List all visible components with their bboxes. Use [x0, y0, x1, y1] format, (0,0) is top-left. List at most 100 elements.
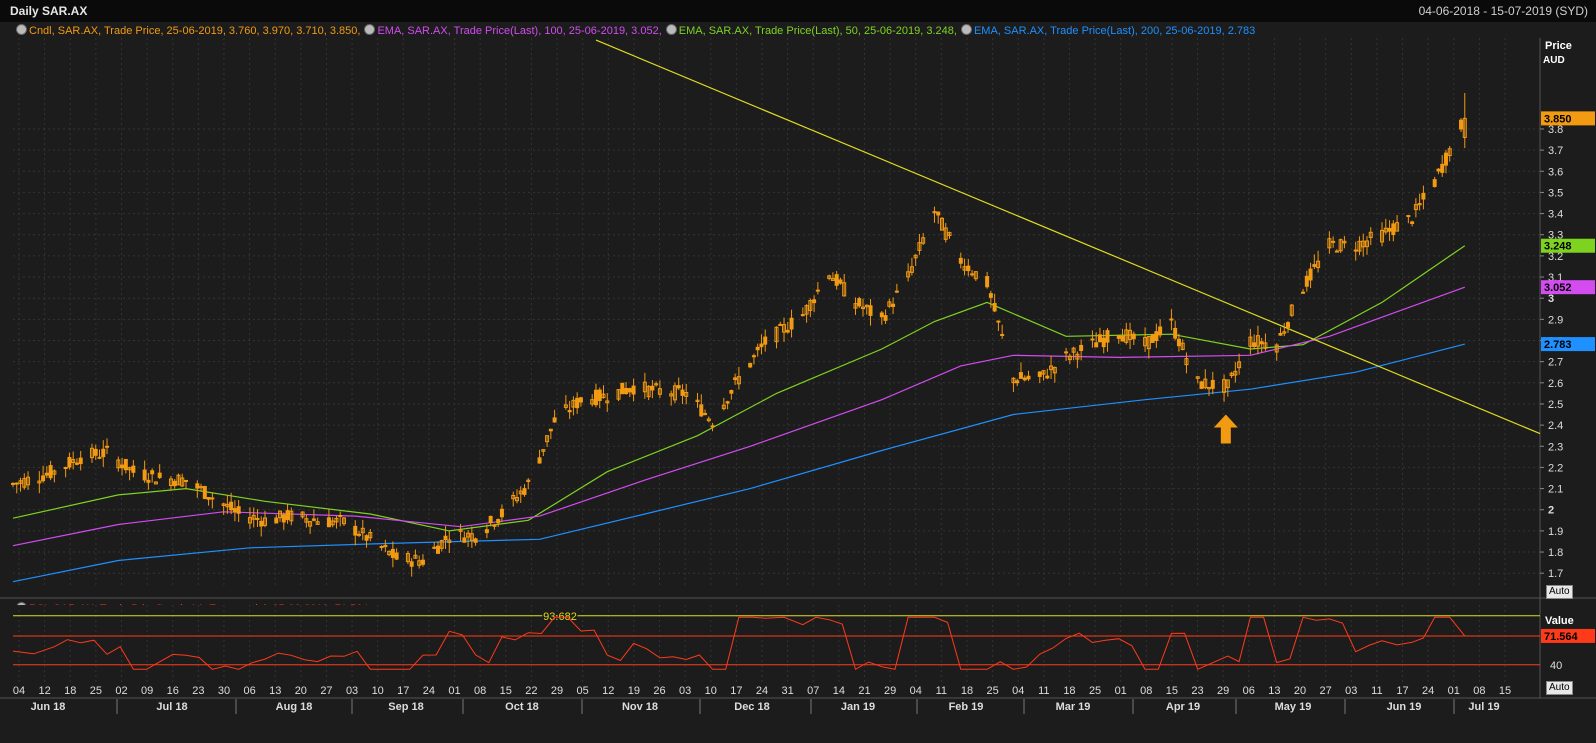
- x-tick-label: 08: [474, 685, 486, 697]
- candle-body: [353, 525, 358, 536]
- candle-body: [1391, 223, 1396, 236]
- y-tick-label: 2.7: [1548, 357, 1563, 369]
- candle-body: [996, 320, 1001, 323]
- candle-body: [548, 428, 553, 432]
- x-tick-label: 03: [679, 685, 691, 697]
- candle-body: [1259, 341, 1264, 345]
- candle-body: [1176, 338, 1181, 347]
- candle-body: [394, 552, 399, 560]
- candle-body: [597, 389, 602, 402]
- x-month-label: Dec 18: [734, 701, 769, 713]
- x-tick-label: 14: [833, 685, 845, 697]
- candle-body: [123, 458, 128, 471]
- x-tick-label: 23: [1191, 685, 1203, 697]
- candle-body: [627, 388, 632, 393]
- candle-body: [1308, 268, 1313, 281]
- candle-body: [1173, 327, 1178, 339]
- x-tick-label: 11: [936, 685, 947, 697]
- candle-body: [1026, 375, 1031, 380]
- candle-body: [41, 475, 46, 482]
- rsi-auto-button[interactable]: Auto: [1546, 681, 1573, 695]
- candle-body: [575, 397, 580, 409]
- candle-body: [800, 314, 805, 317]
- candle-body: [1436, 168, 1441, 172]
- x-tick-label: 01: [448, 685, 460, 697]
- candle-body: [120, 464, 125, 469]
- price-axis-unit: AUD: [1543, 55, 1565, 66]
- candle-body: [74, 462, 79, 465]
- candle-body: [1312, 264, 1317, 267]
- candle-body: [1210, 379, 1215, 389]
- candle-body: [236, 506, 241, 514]
- candle-body: [274, 517, 279, 524]
- x-month-label: Jun 18: [31, 701, 66, 713]
- x-tick-label: 27: [320, 685, 332, 697]
- x-tick-label: 24: [1422, 685, 1434, 697]
- x-tick-label: 19: [628, 685, 640, 697]
- candle-body: [1018, 372, 1023, 379]
- x-tick-label: 24: [423, 685, 435, 697]
- candle-body: [44, 472, 49, 476]
- candle-body: [650, 385, 655, 391]
- candle-body: [326, 517, 331, 528]
- y-tick-label: 1.9: [1548, 526, 1563, 538]
- price-auto-button[interactable]: Auto: [1546, 585, 1573, 599]
- rsi-axis-title: Value: [1545, 615, 1574, 627]
- x-month-label: Jun 19: [1387, 701, 1422, 713]
- candle-body: [992, 302, 997, 312]
- price-badge-label: 3.248: [1544, 241, 1572, 253]
- x-tick-label: 13: [269, 685, 281, 697]
- candle-body: [970, 273, 975, 276]
- candle-body: [552, 417, 557, 423]
- candle-body: [958, 257, 963, 264]
- candle-body: [1459, 119, 1464, 130]
- candle-body: [1278, 332, 1283, 336]
- candle-body: [879, 312, 884, 318]
- candle-body: [484, 529, 489, 534]
- x-tick-label: 13: [1268, 685, 1280, 697]
- candle-body: [67, 457, 72, 468]
- y-tick-label: 2.1: [1548, 484, 1563, 496]
- candle-body: [210, 497, 215, 500]
- candle-body: [436, 545, 441, 554]
- candle-body: [255, 517, 260, 520]
- x-tick-label: 06: [243, 685, 255, 697]
- candle-body: [202, 486, 207, 499]
- y-tick-label: 2.6: [1548, 378, 1563, 390]
- candle-body: [1090, 338, 1095, 341]
- x-tick-label: 18: [1063, 685, 1075, 697]
- x-tick-label: 26: [653, 685, 665, 697]
- x-tick-label: 17: [1396, 685, 1408, 697]
- candle-body: [1094, 342, 1099, 348]
- candle-body: [1440, 163, 1445, 173]
- candle-body: [1158, 326, 1163, 336]
- x-tick-label: 12: [602, 685, 614, 697]
- x-tick-label: 25: [90, 685, 102, 697]
- candle-body: [755, 346, 760, 351]
- candle-body: [1199, 381, 1204, 389]
- candle-body: [93, 448, 98, 456]
- candle-body: [1116, 335, 1121, 339]
- x-tick-label: 18: [961, 685, 973, 697]
- x-tick-label: 20: [1294, 685, 1306, 697]
- candle-body: [1252, 342, 1257, 347]
- candle-body: [567, 409, 572, 413]
- candle-body: [1387, 227, 1392, 232]
- x-tick-label: 15: [1499, 685, 1511, 697]
- candle-body: [748, 362, 753, 368]
- y-tick-label: 2.3: [1548, 441, 1563, 453]
- price-chart[interactable]: 1.71.81.922.12.22.32.42.52.62.72.82.933.…: [0, 0, 1596, 743]
- candle-body: [812, 299, 817, 304]
- x-tick-label: 12: [38, 685, 50, 697]
- candle-body: [578, 397, 583, 403]
- candle-body: [1022, 377, 1027, 381]
- candle-body: [537, 457, 542, 464]
- candle-body: [1120, 335, 1125, 342]
- x-tick-label: 04: [1012, 685, 1024, 697]
- candle-body: [883, 315, 888, 321]
- price-badge-label: 3.850: [1544, 113, 1572, 125]
- candle-body: [409, 561, 414, 567]
- candle-body: [778, 323, 783, 326]
- candle-body: [443, 535, 448, 541]
- candle-body: [1443, 152, 1448, 166]
